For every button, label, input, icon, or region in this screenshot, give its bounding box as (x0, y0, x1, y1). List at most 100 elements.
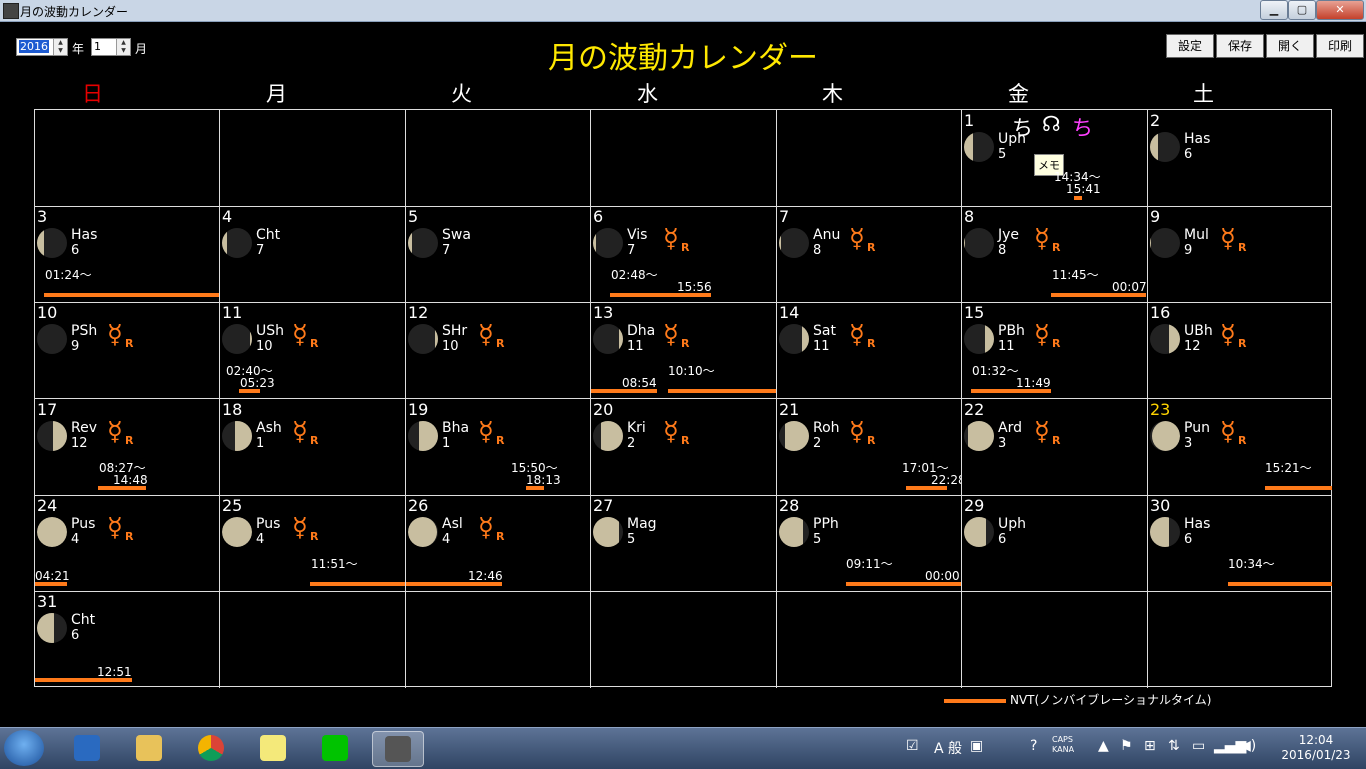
open-button[interactable]: 開く (1266, 34, 1314, 58)
mercury-symbol: ☿ (849, 224, 865, 254)
taskbar-sticky-notes[interactable] (248, 731, 298, 765)
calendar-day-cell[interactable]: 11 USh 10 ☿ R 02:40～ 05:23 (220, 302, 406, 399)
mercury-symbol: ☿ (1034, 320, 1050, 350)
taskbar-line[interactable] (310, 731, 360, 765)
day-number: 22 (964, 400, 985, 419)
print-button[interactable]: 印刷 (1316, 34, 1364, 58)
calendar-day-cell[interactable]: 12 SHr 10 ☿ R (406, 302, 591, 399)
mercury-symbol: ☿ (292, 513, 308, 543)
ime-indicator[interactable]: A 般 (934, 738, 962, 758)
taskbar-chrome[interactable] (186, 731, 236, 765)
start-button[interactable] (4, 730, 44, 766)
month-spin-arrows[interactable]: ▲ ▼ (116, 39, 130, 55)
retrograde-mark: R (310, 530, 319, 543)
nvt-end-time: 11:49 (1016, 376, 1051, 390)
calendar-day-cell[interactable]: 20 Kri 2 ☿ R (591, 399, 777, 496)
calendar-day-cell[interactable]: 14 Sat 11 ☿ R (777, 302, 962, 399)
nvt-start-time: 10:34～ (1228, 557, 1275, 571)
calendar-day-cell[interactable] (406, 591, 591, 688)
minimize-button[interactable]: ▁ (1260, 0, 1288, 20)
calendar-day-cell[interactable] (406, 110, 591, 207)
save-button[interactable]: 保存 (1216, 34, 1264, 58)
nvt-start-time: 11:51～ (311, 557, 358, 571)
caps-label: CAPS (1052, 735, 1073, 744)
calendar-day-cell[interactable]: 3Has601:24～04:36 (35, 206, 220, 303)
calendar-day-cell[interactable]: 5 Swa 7 (406, 206, 591, 303)
calendar-day-cell[interactable]: 2 Has 6 (1148, 110, 1332, 207)
calendar-day-cell[interactable]: 26 Asl 4 ☿ R 12:46 (406, 495, 591, 592)
calendar-day-cell[interactable]: 18 Ash 1 ☿ R (220, 399, 406, 496)
retrograde-mark: R (310, 434, 319, 447)
calendar-day-cell[interactable]: 9 Mul 9 ☿ R (1148, 206, 1332, 303)
calendar-day-cell[interactable]: 15 PBh 11 ☿ R 01:32～ 11:49 (962, 302, 1148, 399)
year-stepper[interactable]: 2016 ▲ ▼ (16, 38, 68, 56)
calendar-day-cell[interactable] (591, 591, 777, 688)
calendar-day-cell[interactable]: 1 Uph 5 ち ☊ ちメモ 14:34～ 15:41 (962, 110, 1148, 207)
calendar-day-cell[interactable] (591, 110, 777, 207)
calendar-day-cell[interactable]: 16 UBh 12 ☿ R (1148, 302, 1332, 399)
tray-expand-icon[interactable]: ▲ (1098, 738, 1109, 754)
pada-number: 6 (71, 243, 80, 258)
moon-phase-icon (593, 324, 623, 354)
calendar-day-cell[interactable]: 31 Cht 6 12:51 (35, 591, 220, 688)
tray-clock[interactable]: 12:04 2016/01/23 (1268, 733, 1364, 763)
nakshatra-label: Has (1184, 516, 1211, 532)
mercury-symbol: ☿ (1220, 417, 1236, 447)
sync-icon[interactable]: ⇅ (1168, 738, 1180, 754)
volume-icon[interactable]: ◀) (1240, 738, 1256, 754)
display-icon[interactable]: ▭ (1192, 738, 1205, 754)
calendar-day-cell[interactable]: 13 Dha 11 ☿ R 10:10～ 08:54 (591, 302, 777, 399)
calendar-day-cell[interactable]: 8 Jye 8 ☿ R 11:45～ 00:07 (962, 206, 1148, 303)
calendar-day-cell[interactable]: 27 Mag 5 (591, 495, 777, 592)
moon-phase-icon (1150, 132, 1180, 162)
day-number: 15 (964, 303, 985, 322)
calendar-day-cell[interactable]: 17 Rev 12 ☿ R 08:27～ 14:48 (35, 399, 220, 496)
mercury-symbol: ☿ (107, 417, 123, 447)
taskbar-media-player[interactable] (62, 731, 112, 765)
calendar-day-cell[interactable]: 23 Pun 3 ☿ R 15:21～ (1148, 399, 1332, 496)
calendar-day-cell[interactable]: 30 Has 6 10:34～ (1148, 495, 1332, 592)
tray-shield-icon[interactable]: ☑ (906, 738, 919, 754)
calendar-day-cell[interactable]: 6 Vis 7 ☿ R 02:48～ 15:56 (591, 206, 777, 303)
nakshatra-label: Mul (1184, 227, 1209, 243)
maximize-button[interactable]: ▢ (1288, 0, 1316, 20)
tray-apps-icon[interactable]: ▣ (970, 738, 983, 754)
calendar-day-cell[interactable] (777, 591, 962, 688)
pada-number: 3 (1184, 436, 1193, 451)
retrograde-mark: R (867, 337, 876, 350)
calendar-day-cell[interactable]: 10 PSh 9 ☿ R (35, 302, 220, 399)
settings-button[interactable]: 設定 (1166, 34, 1214, 58)
windows-icon[interactable]: ⊞ (1144, 738, 1156, 754)
close-button[interactable]: ✕ (1316, 0, 1364, 20)
calendar-day-cell[interactable]: 28 PPh 5 09:11～ 00:00 (777, 495, 962, 592)
retrograde-mark: R (681, 241, 690, 254)
help-icon[interactable]: ? (1030, 738, 1037, 754)
calendar-day-cell[interactable]: 4 Cht 7 (220, 206, 406, 303)
flag-icon[interactable]: ⚑ (1120, 738, 1133, 754)
nakshatra-label: Has (1184, 131, 1211, 147)
calendar-day-cell[interactable]: 21Roh2☿R17:01～22:28 (777, 399, 962, 496)
taskbar-moon-calendar[interactable] (372, 731, 424, 767)
calendar-day-cell[interactable] (220, 591, 406, 688)
pada-number: 11 (998, 339, 1015, 354)
calendar-day-cell[interactable] (1148, 591, 1332, 688)
calendar-day-cell[interactable]: 7 Anu 8 ☿ R (777, 206, 962, 303)
pada-number: 2 (813, 436, 822, 451)
nvt-legend-line (944, 699, 1006, 703)
calendar-day-cell[interactable]: 19 Bha 1 ☿ R 15:50～ 18:13 (406, 399, 591, 496)
nvt-end-time: 00:07 (1112, 280, 1147, 294)
calendar-day-cell[interactable] (962, 591, 1148, 688)
mercury-retrograde-icon: ☿ R (1220, 226, 1250, 254)
weekday-mon: 月 (266, 82, 287, 106)
calendar-day-cell[interactable] (220, 110, 406, 207)
calendar-day-cell[interactable]: 24 Pus 4 ☿ R 04:21 (35, 495, 220, 592)
taskbar-explorer[interactable] (124, 731, 174, 765)
year-spin-arrows[interactable]: ▲ ▼ (53, 39, 67, 55)
calendar-day-cell[interactable]: 29 Uph 6 (962, 495, 1148, 592)
calendar-day-cell[interactable]: 22 Ard 3 ☿ R (962, 399, 1148, 496)
mercury-retrograde-icon: ☿ R (663, 419, 693, 447)
month-stepper[interactable]: 1 ▲ ▼ (91, 38, 131, 56)
calendar-day-cell[interactable] (777, 110, 962, 207)
calendar-day-cell[interactable]: 25 Pus 4 ☿ R 11:51～ (220, 495, 406, 592)
calendar-day-cell[interactable] (35, 110, 220, 207)
